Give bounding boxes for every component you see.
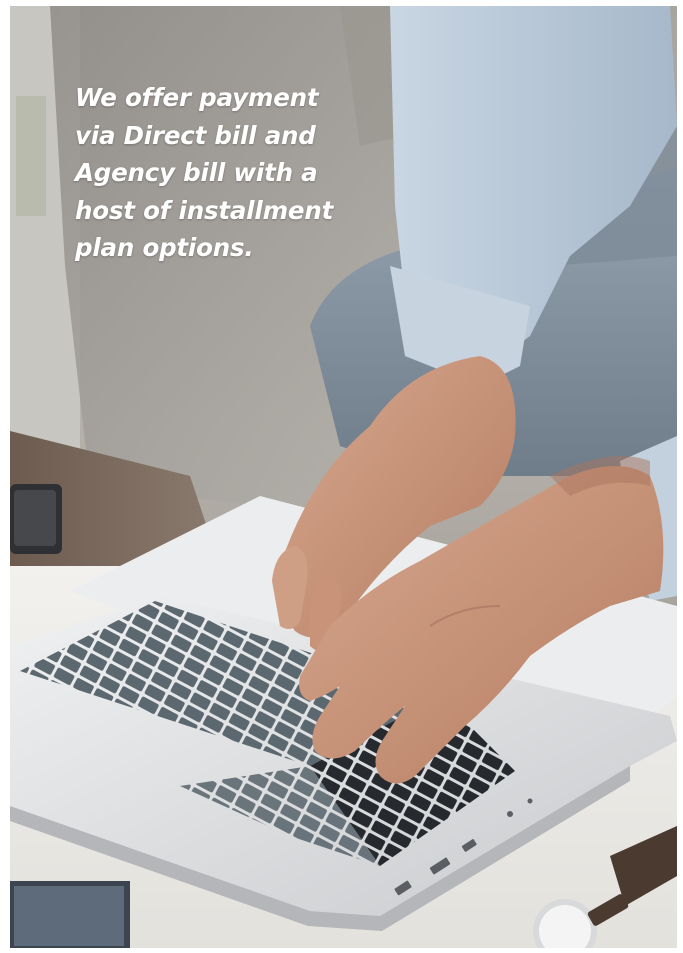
headline-line: Agency bill with a	[75, 158, 318, 187]
headline-line: host of installment	[75, 195, 334, 225]
headline-line: plan options.	[75, 233, 254, 262]
headline-line: We offer payment	[75, 83, 319, 112]
headline: We offer payment via Direct bill and Age…	[75, 79, 355, 267]
hero-panel: We offer payment via Direct bill and Age…	[10, 6, 677, 948]
headline-line: via Direct bill and	[75, 120, 316, 150]
